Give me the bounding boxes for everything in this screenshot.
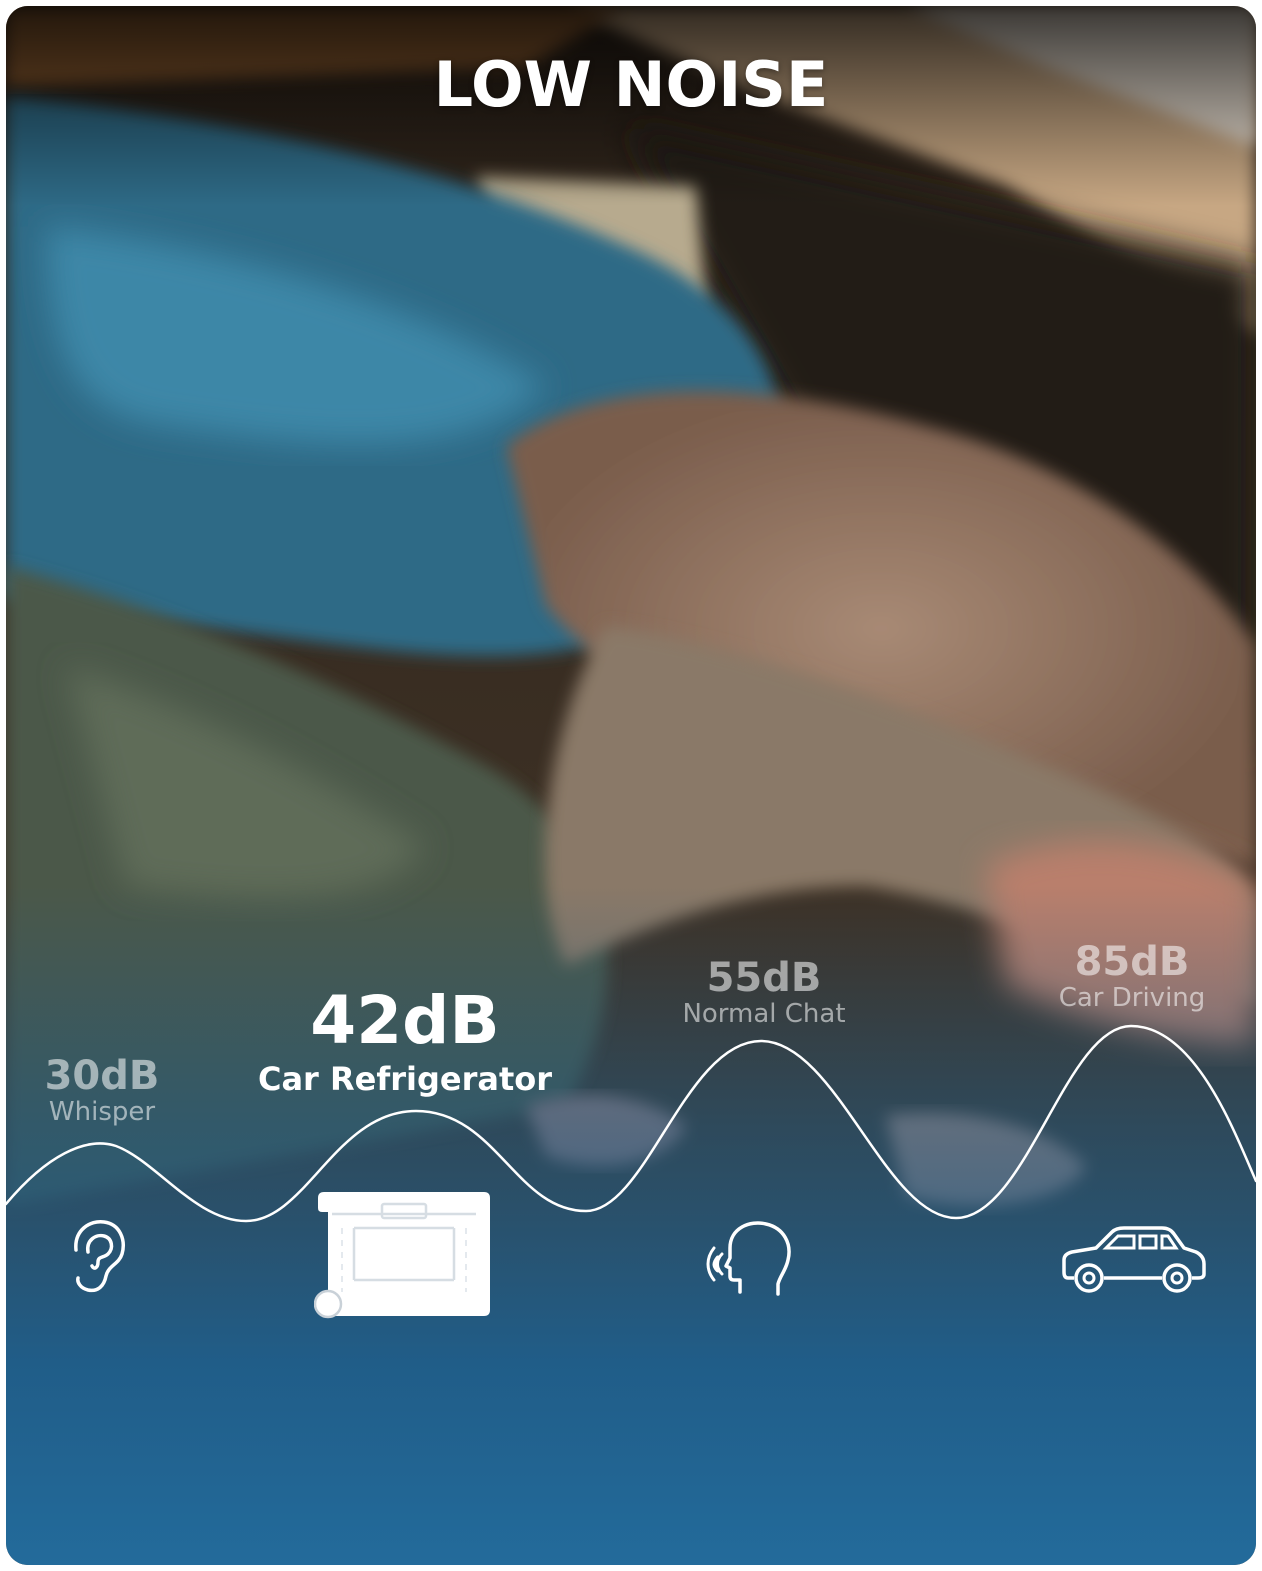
product-banner: LOW NOISE 30dB Whisper 42dB Car Refriger… xyxy=(6,6,1256,1565)
sound-wave-line xyxy=(6,1024,1256,1223)
noise-level-label: Whisper xyxy=(48,1097,156,1127)
page-title: LOW NOISE xyxy=(433,48,829,121)
noise-level-label: Car Driving xyxy=(1058,983,1206,1013)
noise-level-value: 30dB xyxy=(44,1053,160,1099)
speaking-head-icon xyxy=(706,1221,791,1296)
ear-icon xyxy=(74,1220,125,1293)
noise-level-value: 85dB xyxy=(1074,939,1190,985)
refrigerator-icon xyxy=(314,1192,490,1319)
noise-level-value: 55dB xyxy=(706,955,822,1001)
noise-level-value: 42dB xyxy=(310,982,500,1059)
noise-level-label: Normal Chat xyxy=(682,999,846,1029)
noise-level-car-refrigerator: 42dB Car Refrigerator xyxy=(244,988,566,1097)
noise-level-car-driving: 85dB Car Driving xyxy=(1046,942,1218,1013)
noise-level-normal-chat: 55dB Normal Chat xyxy=(666,958,862,1029)
car-icon xyxy=(1062,1226,1206,1293)
noise-level-label: Car Refrigerator xyxy=(257,1060,553,1098)
noise-level-whisper: 30dB Whisper xyxy=(18,1056,186,1127)
